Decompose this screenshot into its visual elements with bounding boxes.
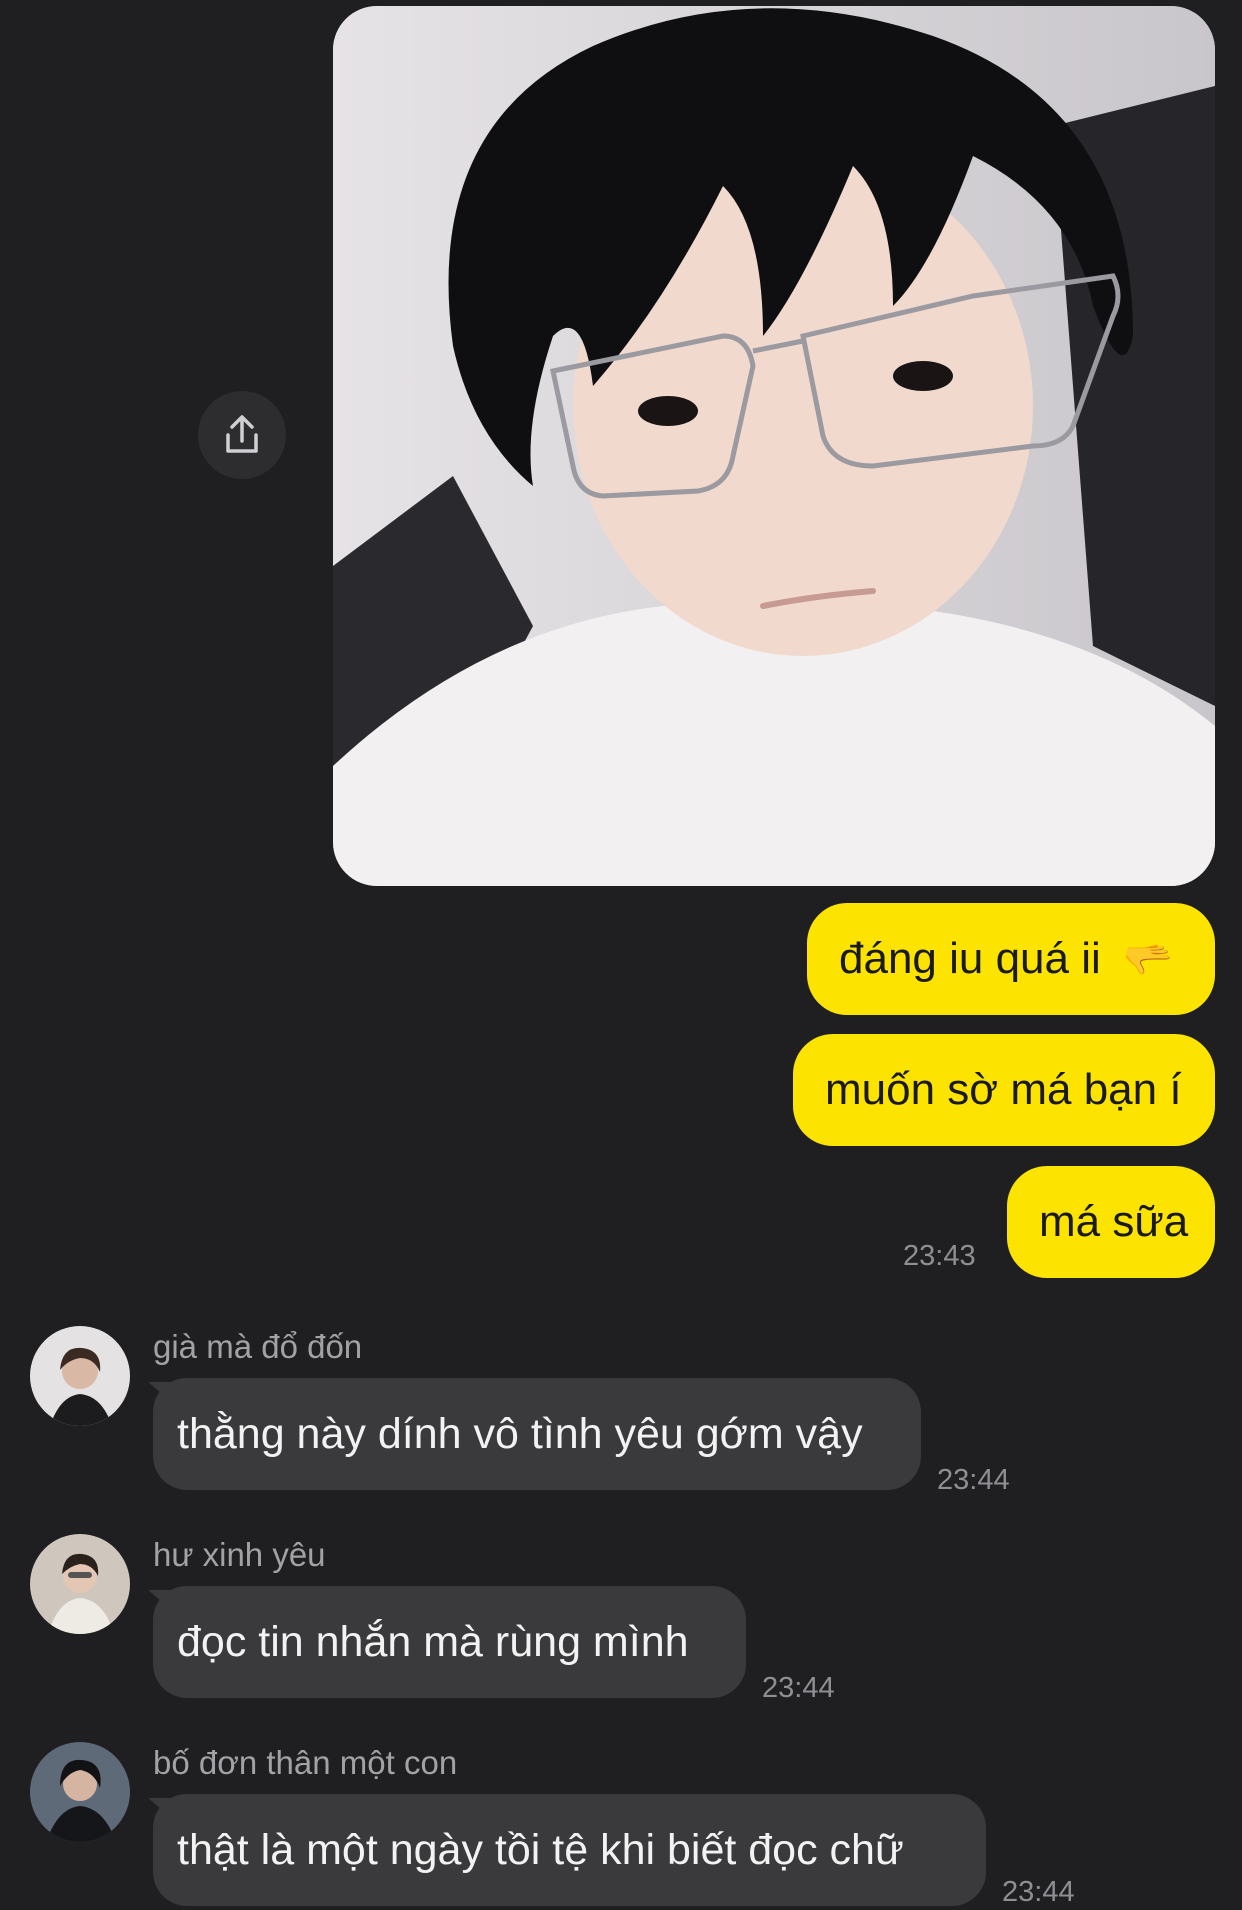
incoming-message[interactable]: đọc tin nhắn mà rùng mình [153, 1586, 746, 1698]
message-text: má sữa [1039, 1197, 1189, 1246]
share-icon [226, 415, 258, 453]
outgoing-message[interactable]: muốn sờ má bạn í [793, 1034, 1215, 1146]
message-text: đọc tin nhắn mà rùng mình [177, 1618, 689, 1666]
sender-name: già mà đổ đốn [153, 1328, 363, 1365]
incoming-message[interactable]: thằng này dính vô tình yêu gớm vậy [153, 1378, 921, 1490]
message-time: 23:44 [1002, 1876, 1075, 1908]
message-time: 23:44 [937, 1464, 1010, 1496]
message-text: thằng này dính vô tình yêu gớm vậy [177, 1410, 863, 1458]
share-button[interactable] [198, 391, 286, 479]
outgoing-message[interactable]: đáng iu quá ii 🫳 [807, 903, 1215, 1015]
shared-photo[interactable] [333, 6, 1215, 886]
message-text: muốn sờ má bạn í [825, 1065, 1182, 1114]
avatar[interactable] [30, 1326, 130, 1426]
message-time: 23:43 [903, 1240, 976, 1272]
incoming-message[interactable]: thật là một ngày tồi tệ khi biết đọc chữ [153, 1794, 986, 1906]
avatar[interactable] [30, 1534, 130, 1634]
outgoing-message[interactable]: má sữa [1007, 1166, 1215, 1278]
message-time: 23:44 [762, 1672, 835, 1704]
sender-name: hư xinh yêu [153, 1536, 326, 1573]
sender-name: bố đơn thân một con [153, 1744, 458, 1781]
message-text: đáng iu quá ii [839, 934, 1101, 983]
message-text: thật là một ngày tồi tệ khi biết đọc chữ [177, 1826, 904, 1874]
pinching-hand-emoji: 🫳 [1123, 938, 1173, 982]
photo-image [333, 6, 1215, 886]
avatar[interactable] [30, 1742, 130, 1842]
